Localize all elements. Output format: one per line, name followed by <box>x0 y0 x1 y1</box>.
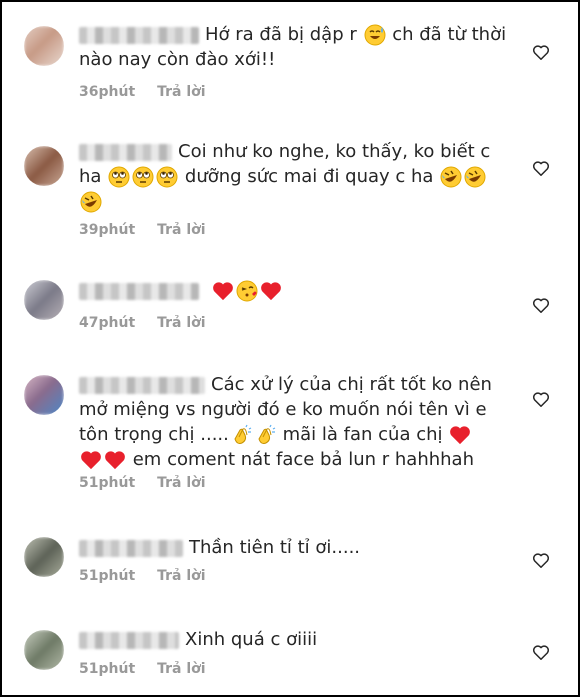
rofl-emoji <box>440 166 462 188</box>
avatar[interactable] <box>24 630 64 670</box>
sweat-smile-emoji <box>364 24 386 46</box>
comment-text-line: Coi như ko nghe, ko thấy, ko biết c <box>178 141 491 162</box>
comment-meta: 39phút Trả lời <box>79 222 206 238</box>
comment-meta: 36phút Trả lời <box>79 84 206 100</box>
comment-text-part: tôn trọng chị ..... <box>79 424 229 445</box>
comment-text-line: mở miệng vs người đó e ko muốn nói tên v… <box>79 399 487 420</box>
username-blurred[interactable] <box>79 631 179 649</box>
heart-outline-icon[interactable] <box>532 44 550 61</box>
heart-outline-icon[interactable] <box>532 644 550 661</box>
comment-text <box>79 278 509 303</box>
avatar[interactable] <box>24 26 64 66</box>
reply-button[interactable]: Trả lời <box>157 84 205 100</box>
comment-text-part: dưỡng sức mai đi quay c ha <box>184 166 434 187</box>
red-heart-emoji <box>80 450 102 470</box>
clap-emoji <box>254 424 276 446</box>
comment-list-screenshot: Hớ ra đã bị dập r ch đã từ thời nào nay … <box>0 0 580 697</box>
reply-button[interactable]: Trả lời <box>157 315 205 331</box>
comment-text-part: Thần tiên tỉ tỉ ơi..... <box>189 537 361 558</box>
comment-text-part: Xinh quá c ơiiii <box>185 629 318 650</box>
username-blurred[interactable] <box>79 539 183 557</box>
comment-text-part: mãi là fan của chị <box>282 424 443 445</box>
timestamp: 47phút <box>79 315 136 331</box>
red-heart-emoji <box>104 450 126 470</box>
red-heart-emoji <box>212 281 234 301</box>
heart-outline-icon[interactable] <box>532 552 550 569</box>
avatar[interactable] <box>24 537 64 577</box>
reply-button[interactable]: Trả lời <box>157 475 205 491</box>
rofl-emoji <box>464 166 486 188</box>
timestamp: 51phút <box>79 475 136 491</box>
heart-outline-icon[interactable] <box>532 297 550 314</box>
username-blurred[interactable] <box>79 143 172 161</box>
comment-text: Thần tiên tỉ tỉ ơi..... <box>79 535 509 560</box>
rolling-eyes-emoji <box>156 166 178 188</box>
reply-button[interactable]: Trả lời <box>157 661 205 677</box>
comment-text: Các xử lý của chị rất tốt ko nên mở miện… <box>79 372 509 472</box>
username-blurred[interactable] <box>79 282 199 300</box>
timestamp: 51phút <box>79 568 136 584</box>
avatar[interactable] <box>24 146 64 186</box>
comment-text-part: em coment nát face bả lun r hahhhah <box>132 449 474 470</box>
clap-emoji <box>230 424 252 446</box>
timestamp: 51phút <box>79 661 136 677</box>
comment-text-part: Hớ ra đã bị dập r <box>205 24 357 45</box>
comment-text: Hớ ra đã bị dập r ch đã từ thời nào nay … <box>79 22 509 72</box>
red-heart-emoji <box>260 281 282 301</box>
comment-meta: 47phút Trả lời <box>79 315 206 331</box>
comment-meta: 51phút Trả lời <box>79 568 206 584</box>
comment-text: Xinh quá c ơiiii <box>79 627 509 652</box>
rolling-eyes-emoji <box>132 166 154 188</box>
timestamp: 36phút <box>79 84 136 100</box>
kiss-emoji <box>236 280 258 302</box>
reply-button[interactable]: Trả lời <box>157 568 205 584</box>
comment-text-line: Các xử lý của chị rất tốt ko nên <box>211 374 492 395</box>
timestamp: 39phút <box>79 222 136 238</box>
username-blurred[interactable] <box>79 376 205 394</box>
rofl-emoji <box>80 191 102 213</box>
rolling-eyes-emoji <box>108 166 130 188</box>
red-heart-emoji <box>449 425 471 445</box>
comment-meta: 51phút Trả lời <box>79 475 206 491</box>
comment-text: Coi như ko nghe, ko thấy, ko biết c ha d… <box>79 139 509 214</box>
comment-meta: 51phút Trả lời <box>79 661 206 677</box>
comment-text-part: ha <box>79 166 102 187</box>
avatar[interactable] <box>24 375 64 415</box>
heart-outline-icon[interactable] <box>532 391 550 408</box>
avatar[interactable] <box>24 280 64 320</box>
heart-outline-icon[interactable] <box>532 160 550 177</box>
reply-button[interactable]: Trả lời <box>157 222 205 238</box>
username-blurred[interactable] <box>79 26 199 44</box>
